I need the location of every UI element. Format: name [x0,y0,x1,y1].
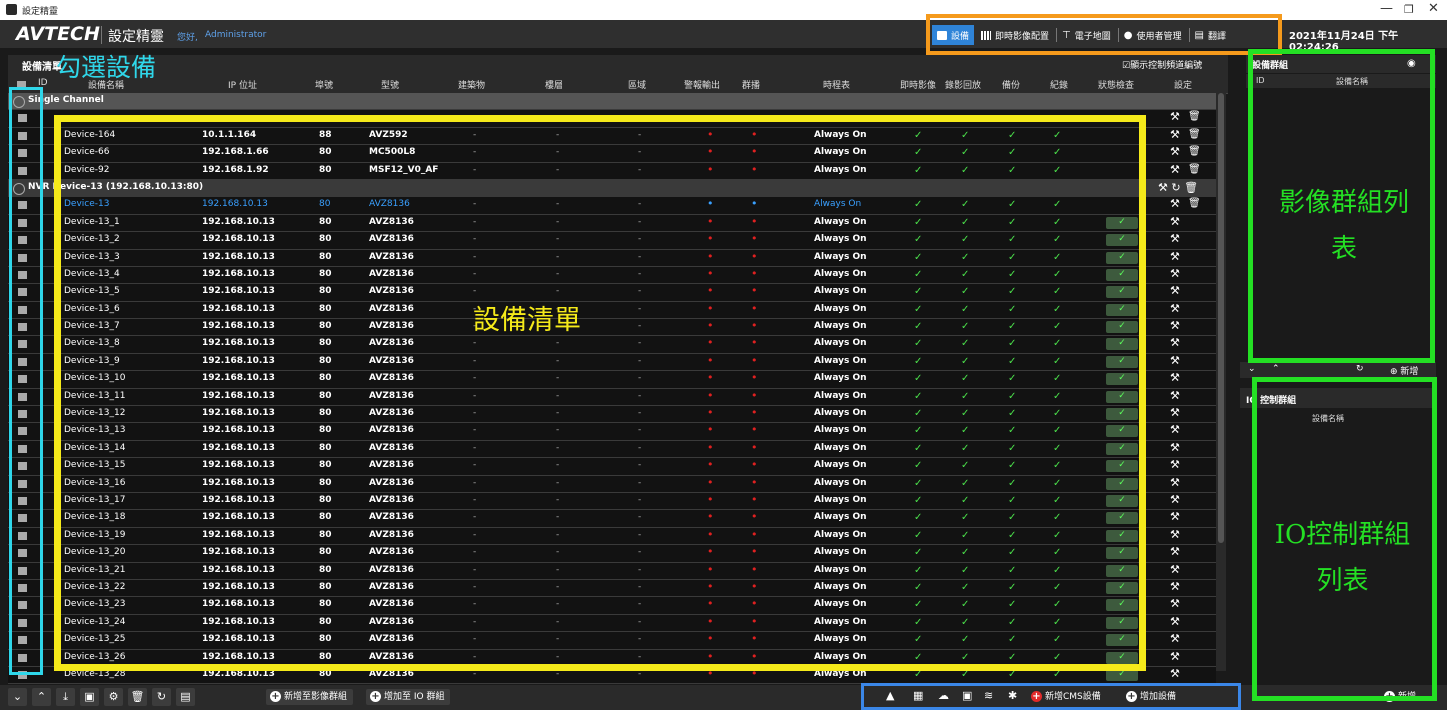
avtech-logo: AVTECH [16,23,100,45]
wrench-icon[interactable]: ⚒ [1170,563,1180,576]
col-port: 埠號 [315,81,334,91]
wrench-icon[interactable]: ⚒ [1170,650,1180,663]
restore-icon[interactable]: ❐ [1404,3,1414,16]
window-title: 設定精靈 [22,7,59,17]
plus-icon: + [270,691,281,702]
trash-icon[interactable]: 🗑 [1188,129,1201,140]
wrench-icon[interactable]: ⚒ [1170,215,1180,228]
col-log: 紀錄 [1050,81,1069,91]
greeting-text: 您好, [177,33,198,43]
wrench-icon[interactable]: ⚒ [1170,110,1180,123]
table-header [8,75,1228,94]
chevron-down-icon[interactable]: ⌄ [8,688,27,706]
wrench-icon[interactable]: ⚒ [1170,528,1180,541]
monitor-icon[interactable]: ▣ [80,688,99,706]
col-alarm-out: 警報輸出 [684,81,721,91]
wrench-icon[interactable]: ⚒ [1170,284,1180,297]
wrench-icon[interactable]: ⚒ [1170,371,1180,384]
chevron-up-icon[interactable]: ⌃ [32,688,51,706]
annotation-device-list: 設備清單 [473,305,581,336]
group-header-single[interactable]: Single Channel [8,93,1216,111]
video-group-footer: ⌄ ⌃ ↻ ⊕ 新增 [1240,362,1436,378]
col-settings: 設定 [1174,81,1193,91]
col-playback: 錄影回放 [945,81,982,91]
app-icon [6,4,17,15]
wrench-icon[interactable]: ⚒ [1170,250,1180,263]
wrench-icon[interactable]: ⚒ [1170,336,1180,349]
wrench-icon[interactable]: ⚒ [1170,632,1180,645]
list-scrollbar[interactable] [1216,93,1226,671]
minimize-icon[interactable]: — [1380,1,1393,16]
trash-icon[interactable]: 🗑 [1188,164,1201,175]
wrench-icon[interactable]: ⚒ [1170,667,1180,680]
col-backup: 備份 [1002,81,1021,91]
chevron-down-icon[interactable]: ⌄ [1248,364,1256,374]
wrench-icon[interactable]: ⚒ [1170,458,1180,471]
col-area: 區域 [628,81,647,91]
add-to-video-group-button[interactable]: + 新增至影像群組 [266,689,354,705]
trash-icon[interactable]: 🗑 [1188,111,1201,122]
annotation-bottom-actions-box [861,683,1241,710]
list-toolbar [8,55,1228,75]
refresh-icon[interactable]: ↻ [1356,364,1364,374]
group-actions[interactable]: ⚒ ↻ 🗑 [1158,181,1198,194]
add-video-group-button[interactable]: ⊕ 新增 [1390,364,1418,377]
wrench-icon[interactable]: ⚒ [1170,406,1180,419]
wrench-icon[interactable]: ⚒ [1170,145,1180,158]
wrench-icon[interactable]: ⚒ [1170,389,1180,402]
wrench-icon[interactable]: ⚒ [1170,267,1180,280]
wrench-icon[interactable]: ⚒ [1170,423,1180,436]
close-icon[interactable]: ✕ [1428,1,1439,16]
col-status-check: 狀態檢查 [1098,81,1135,91]
wrench-icon[interactable]: ⚒ [1170,319,1180,332]
show-channel-checkbox[interactable]: ☑顯示控制頻道編號 [1122,58,1202,71]
wrench-icon[interactable]: ⚒ [1170,545,1180,558]
wrench-icon[interactable]: ⚒ [1170,302,1180,315]
plus-icon: + [370,691,381,702]
annotation-io-group-list: IO控制群組列表 [1274,520,1411,596]
annotation-top-menu-box [926,14,1282,55]
wrench-icon[interactable]: ⚒ [1170,476,1180,489]
chevron-up-icon[interactable]: ⌃ [1272,364,1280,374]
trash-icon[interactable]: 🗑 [128,688,147,706]
wrench-icon[interactable]: ⚒ [1170,197,1180,210]
annotation-select-device: 勾選設備 [56,53,157,82]
wrench-icon[interactable]: ⚒ [1170,493,1180,506]
username: Administrator [205,30,267,40]
wrench-icon[interactable]: ⚒ [1170,580,1180,593]
add-label: 新增 [1400,367,1419,377]
col-multicast: 群播 [742,81,761,91]
add-to-video-group-label: 新增至影像群組 [284,692,348,702]
gear-icon[interactable]: ⚙ [104,688,123,706]
annotation-video-group-list: 影像群組列表 [1278,188,1409,264]
trash-icon[interactable]: 🗑 [1188,146,1201,157]
wrench-icon[interactable]: ⚒ [1170,597,1180,610]
col-live: 即時影像 [900,81,937,91]
refresh-icon[interactable]: ↻ [152,688,171,706]
download-icon[interactable]: ⤓ [56,688,75,706]
annotation-checkbox-column-box [9,87,43,675]
col-schedule: 時程表 [823,81,851,91]
col-model: 型號 [381,81,400,91]
wrench-icon[interactable]: ⚒ [1170,128,1180,141]
wrench-icon[interactable]: ⚒ [1170,615,1180,628]
annotation-device-list-box [54,115,1146,671]
header-divider [101,26,102,44]
wrench-icon[interactable]: ⚒ [1170,232,1180,245]
wrench-icon[interactable]: ⚒ [1170,441,1180,454]
col-ip: IP 位址 [228,81,257,91]
wrench-icon[interactable]: ⚒ [1170,354,1180,367]
document-icon[interactable]: ▤ [176,688,195,706]
app-title: 設定精靈 [108,29,164,45]
col-floor: 樓層 [545,81,564,91]
add-to-io-group-button[interactable]: + 增加至 IO 群組 [366,689,451,705]
add-to-io-group-label: 增加至 IO 群組 [384,692,445,702]
wrench-icon[interactable]: ⚒ [1170,163,1180,176]
trash-icon[interactable]: 🗑 [1188,198,1201,209]
scrollbar-thumb[interactable] [1218,93,1224,543]
wrench-icon[interactable]: ⚒ [1170,510,1180,523]
col-building: 建築物 [458,81,486,91]
